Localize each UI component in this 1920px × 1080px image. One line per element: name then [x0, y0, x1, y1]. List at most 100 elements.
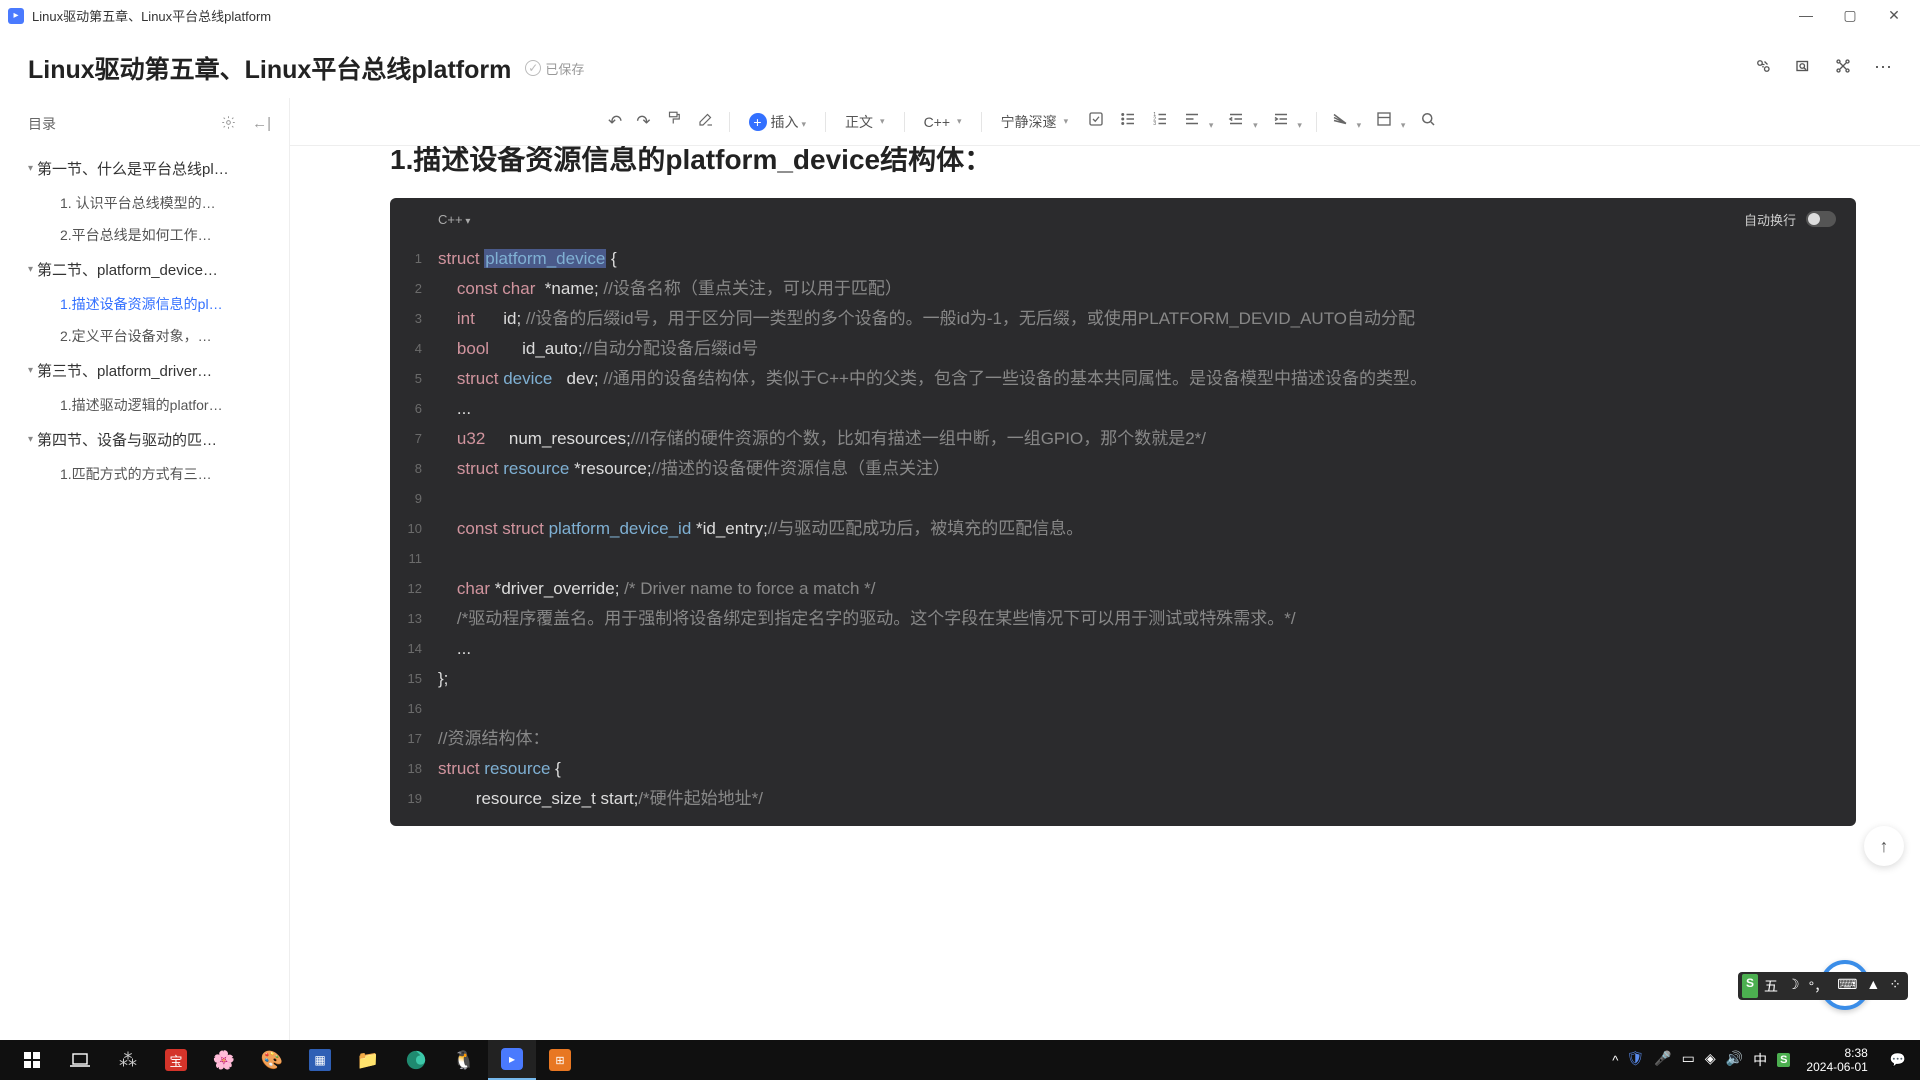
paragraph-style-select[interactable]: 正文	[840, 109, 890, 135]
toc-item[interactable]: 1.匹配方式的方式有三…	[0, 458, 289, 490]
line-number: 14	[390, 634, 438, 664]
code-line[interactable]: 1struct platform_device {	[390, 244, 1856, 274]
notifications-icon[interactable]: 💬	[1884, 1052, 1912, 1068]
line-number: 13	[390, 604, 438, 634]
outline-sidebar: 目录 ←| 第一节、什么是平台总线pl…1. 认识平台总线模型的…2.平台总线是…	[0, 98, 290, 1040]
ime-punct-icon[interactable]: °，	[1806, 974, 1832, 998]
format-painter-icon[interactable]	[665, 110, 683, 133]
word-wrap-label: 自动换行	[1744, 210, 1796, 229]
taskbar-app-2[interactable]: 宝	[152, 1040, 200, 1080]
code-line[interactable]: 9	[390, 484, 1856, 514]
redo-button[interactable]: ↷	[636, 112, 650, 132]
document-title[interactable]: Linux驱动第五章、Linux平台总线platform	[28, 50, 511, 86]
code-line[interactable]: 4 bool id_auto;//自动分配设备后缀id号	[390, 334, 1856, 364]
section-heading[interactable]: 1.描述设备资源信息的platform_device结构体：	[390, 146, 1856, 178]
window-title: Linux驱动第五章、Linux平台总线platform	[32, 6, 271, 25]
code-line[interactable]: 11	[390, 544, 1856, 574]
highlight-icon[interactable]	[1331, 110, 1361, 133]
maximize-button[interactable]: ▢	[1840, 7, 1860, 24]
layout-icon[interactable]	[1375, 110, 1405, 133]
tray-security-icon[interactable]: 🛡	[1626, 1050, 1644, 1070]
code-line[interactable]: 16	[390, 694, 1856, 724]
ime-grid-icon[interactable]: ⁘	[1886, 974, 1904, 998]
more-icon[interactable]: ⋯	[1874, 57, 1892, 80]
code-block[interactable]: C++ 自动换行 1struct platform_device {2 cons…	[390, 198, 1856, 826]
ime-keyboard-icon[interactable]: ⌨	[1834, 974, 1860, 998]
ime-panel[interactable]: S 五 ☽ °， ⌨ ▲ ⁘	[1738, 972, 1908, 1000]
tray-ime-icon[interactable]: S	[1777, 1050, 1790, 1070]
code-line[interactable]: 13 /*驱动程序覆盖名。用于强制将设备绑定到指定名字的驱动。这个字段在某些情况…	[390, 604, 1856, 634]
ime-user-icon[interactable]: ▲	[1863, 974, 1883, 998]
tray-expand-icon[interactable]: ^	[1612, 1053, 1618, 1068]
code-line[interactable]: 18struct resource {	[390, 754, 1856, 784]
code-line[interactable]: 15};	[390, 664, 1856, 694]
toc-item[interactable]: 2.定义平台设备对象，…	[0, 320, 289, 352]
indent-increase-icon[interactable]	[1272, 110, 1302, 133]
taskbar-current-app[interactable]: ▸	[488, 1040, 536, 1080]
start-button[interactable]	[8, 1040, 56, 1080]
code-line[interactable]: 10 const struct platform_device_id *id_e…	[390, 514, 1856, 544]
code-line[interactable]: 12 char *driver_override; /* Driver name…	[390, 574, 1856, 604]
taskbar-edge[interactable]	[392, 1040, 440, 1080]
taskbar-explorer[interactable]: 📁	[344, 1040, 392, 1080]
search-icon[interactable]	[1419, 110, 1437, 133]
close-button[interactable]: ✕	[1884, 7, 1904, 24]
ime-mode[interactable]: 五	[1761, 974, 1781, 998]
code-line[interactable]: 19 resource_size_t start;/*硬件起始地址*/	[390, 784, 1856, 814]
code-lang-select[interactable]: C++	[919, 111, 967, 133]
indent-decrease-icon[interactable]	[1227, 110, 1257, 133]
code-line[interactable]: 2 const char *name; //设备名称（重点关注，可以用于匹配）	[390, 274, 1856, 304]
align-icon[interactable]	[1183, 110, 1213, 133]
clear-format-icon[interactable]	[697, 110, 715, 133]
taskbar-app-4[interactable]: 🎨	[248, 1040, 296, 1080]
toc-section-heading[interactable]: 第三节、platform_driver…	[0, 352, 289, 389]
tray-lang-icon[interactable]: 中	[1753, 1050, 1767, 1070]
code-line[interactable]: 14 ...	[390, 634, 1856, 664]
line-number: 19	[390, 784, 438, 814]
toc-item[interactable]: 2.平台总线是如何工作…	[0, 219, 289, 251]
line-number: 6	[390, 394, 438, 424]
document-body[interactable]: 1.描述设备资源信息的platform_device结构体： C++ 自动换行 …	[290, 146, 1920, 1040]
toc-section-heading[interactable]: 第一节、什么是平台总线pl…	[0, 150, 289, 187]
numbered-list-icon[interactable]: 123	[1151, 110, 1169, 133]
taskbar-calculator[interactable]: ▦	[296, 1040, 344, 1080]
ime-moon-icon[interactable]: ☽	[1784, 974, 1803, 998]
scroll-top-button[interactable]: ↑	[1864, 826, 1904, 866]
code-theme-select[interactable]: 宁静深邃	[996, 109, 1074, 135]
toc-item[interactable]: 1. 认识平台总线模型的…	[0, 187, 289, 219]
code-line[interactable]: 6 ...	[390, 394, 1856, 424]
tray-battery-icon[interactable]: ▭	[1682, 1050, 1695, 1070]
code-line[interactable]: 7 u32 num_resources;///I存储的硬件资源的个数，比如有描述…	[390, 424, 1856, 454]
outline-label: 目录	[28, 114, 56, 134]
tray-mic-icon[interactable]: 🎤	[1654, 1050, 1671, 1070]
taskbar-vmware[interactable]: ⊞	[536, 1040, 584, 1080]
taskbar-qq[interactable]: 🐧	[440, 1040, 488, 1080]
code-line[interactable]: 8 struct resource *resource;//描述的设备硬件资源信…	[390, 454, 1856, 484]
taskview-button[interactable]	[56, 1040, 104, 1080]
taskbar-app-3[interactable]: 🌸	[200, 1040, 248, 1080]
tray-wifi-icon[interactable]: ◈	[1705, 1050, 1716, 1070]
toc-item[interactable]: 1.描述设备资源信息的pl…	[0, 288, 289, 320]
branch-icon[interactable]	[1834, 57, 1852, 80]
bullet-list-icon[interactable]	[1119, 110, 1137, 133]
code-line[interactable]: 17//资源结构体：	[390, 724, 1856, 754]
minimize-button[interactable]: —	[1796, 7, 1816, 24]
toc-item[interactable]: 1.描述驱动逻辑的platfor…	[0, 389, 289, 421]
outline-settings-icon[interactable]	[221, 115, 236, 134]
tray-volume-icon[interactable]: 🔊	[1726, 1050, 1743, 1070]
word-wrap-toggle[interactable]	[1806, 211, 1836, 227]
taskbar-app-1[interactable]: ⁂	[104, 1040, 152, 1080]
insert-button[interactable]: +插入	[744, 109, 812, 135]
outline-collapse-icon[interactable]: ←|	[252, 115, 271, 134]
code-line[interactable]: 5 struct device dev; //通用的设备结构体，类似于C++中的…	[390, 364, 1856, 394]
find-icon[interactable]	[1794, 57, 1812, 80]
undo-button[interactable]: ↶	[608, 112, 622, 132]
share-icon[interactable]	[1754, 57, 1772, 80]
toc-section-heading[interactable]: 第四节、设备与驱动的匹…	[0, 421, 289, 458]
code-content[interactable]: 1struct platform_device {2 const char *n…	[390, 240, 1856, 826]
taskbar-clock[interactable]: 8:38 2024-06-01	[1798, 1046, 1875, 1074]
code-lang-label[interactable]: C++	[438, 212, 470, 227]
toc-section-heading[interactable]: 第二节、platform_device…	[0, 251, 289, 288]
checkbox-icon[interactable]	[1087, 110, 1105, 133]
code-line[interactable]: 3 int id; //设备的后缀id号，用于区分同一类型的多个设备的。一般id…	[390, 304, 1856, 334]
